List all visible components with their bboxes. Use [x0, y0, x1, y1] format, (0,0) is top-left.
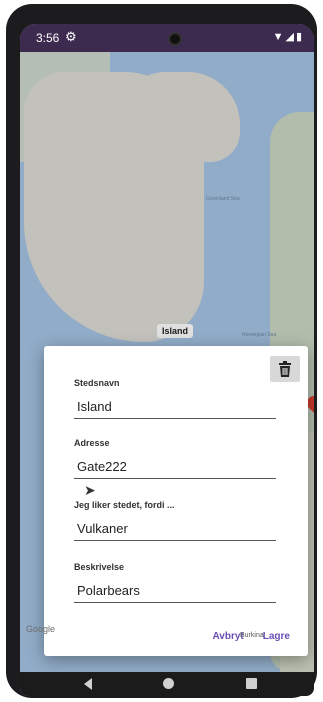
navigation-bar — [20, 672, 314, 696]
save-button[interactable]: Lagre — [263, 631, 290, 642]
trash-icon — [279, 361, 291, 377]
battery-icon: ▮ — [295, 31, 304, 43]
camera-cutout — [168, 32, 182, 46]
google-attribution: Google — [26, 624, 56, 634]
status-bar: 3:56 ⚙ ▼◢▮ — [20, 24, 314, 52]
field-label: Jeg liker stedet, fordi ... — [74, 500, 175, 510]
field-label: Stedsnavn — [74, 378, 120, 388]
jeg-liker-input[interactable] — [74, 519, 276, 541]
field-label: Adresse — [74, 438, 110, 448]
status-icons: ▼◢▮ — [273, 30, 304, 43]
beskrivelse-input[interactable] — [74, 581, 276, 603]
field-adresse: Adresse — [74, 438, 276, 479]
field-stedsnavn: Stedsnavn — [74, 378, 276, 419]
back-icon[interactable] — [84, 678, 92, 690]
mouse-cursor-icon: ➤ — [84, 482, 96, 498]
wifi-icon: ▼ — [272, 31, 286, 43]
edit-place-dialog: Stedsnavn Adresse Jeg liker stedet, ford… — [44, 346, 308, 656]
gear-icon: ⚙ — [65, 29, 77, 44]
map-place-label: Burkina — [240, 632, 264, 639]
status-time: 3:56 — [36, 31, 60, 45]
field-beskrivelse: Beskrivelse — [74, 562, 276, 603]
field-label: Beskrivelse — [74, 562, 125, 572]
field-jeg-liker: Jeg liker stedet, fordi ... — [74, 500, 276, 541]
phone-frame: Greenland Sea Norwegian Sea Island 3:56 … — [6, 4, 317, 698]
recents-icon[interactable] — [246, 678, 257, 689]
signal-icon: ◢ — [285, 31, 296, 43]
home-icon[interactable] — [163, 678, 174, 689]
screen: Greenland Sea Norwegian Sea Island 3:56 … — [20, 24, 314, 696]
adresse-input[interactable] — [74, 457, 276, 479]
stedsnavn-input[interactable] — [74, 397, 276, 419]
